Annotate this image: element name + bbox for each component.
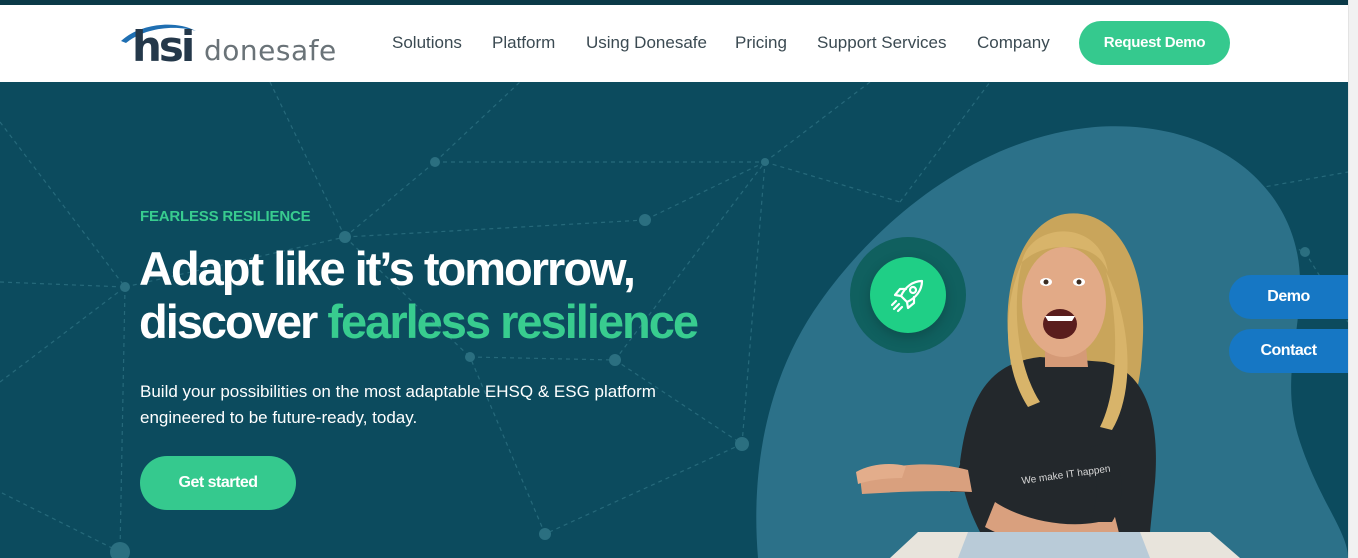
rocket-badge — [870, 257, 946, 333]
nav-item-solutions[interactable]: Solutions — [392, 28, 462, 58]
hero-section: FEARLESS RESILIENCE Adapt like it’s tomo… — [0, 82, 1348, 558]
nav-item-using-donesafe[interactable]: Using Donesafe — [586, 28, 707, 58]
nav-item-company[interactable]: Company — [977, 28, 1050, 58]
headline-line-2: discover — [139, 295, 328, 348]
logo-mark: hsi — [132, 22, 195, 71]
side-tab-contact[interactable]: Contact — [1229, 329, 1348, 373]
request-demo-button[interactable]: Request Demo — [1079, 21, 1230, 65]
hero-eyebrow: FEARLESS RESILIENCE — [140, 208, 311, 225]
hsi-donesafe-logo[interactable]: hsi donesafe — [118, 19, 336, 75]
nav-item-platform[interactable]: Platform — [492, 28, 555, 58]
rocket-icon — [890, 279, 924, 313]
page-scrollbar[interactable] — [1348, 0, 1358, 558]
subcopy-line-1: Build your possibilities on the most ada… — [140, 382, 656, 401]
site-header: hsi donesafe Solutions Platform Using Do… — [0, 5, 1348, 82]
side-tab-demo[interactable]: Demo — [1229, 275, 1348, 319]
nav-item-pricing[interactable]: Pricing — [735, 28, 787, 58]
get-started-button[interactable]: Get started — [140, 456, 296, 510]
nav-item-support-services[interactable]: Support Services — [817, 28, 946, 58]
headline-line-1: Adapt like it’s tomorrow, — [139, 242, 636, 295]
subcopy-line-2: engineered to be future-ready, today. — [140, 408, 418, 427]
headline-highlight: fearless resilience — [327, 295, 699, 348]
hero-headline: Adapt like it’s tomorrow, discover fearl… — [139, 242, 759, 348]
hero-subcopy: Build your possibilities on the most ada… — [140, 379, 700, 431]
logo-wordmark: donesafe — [204, 34, 337, 67]
